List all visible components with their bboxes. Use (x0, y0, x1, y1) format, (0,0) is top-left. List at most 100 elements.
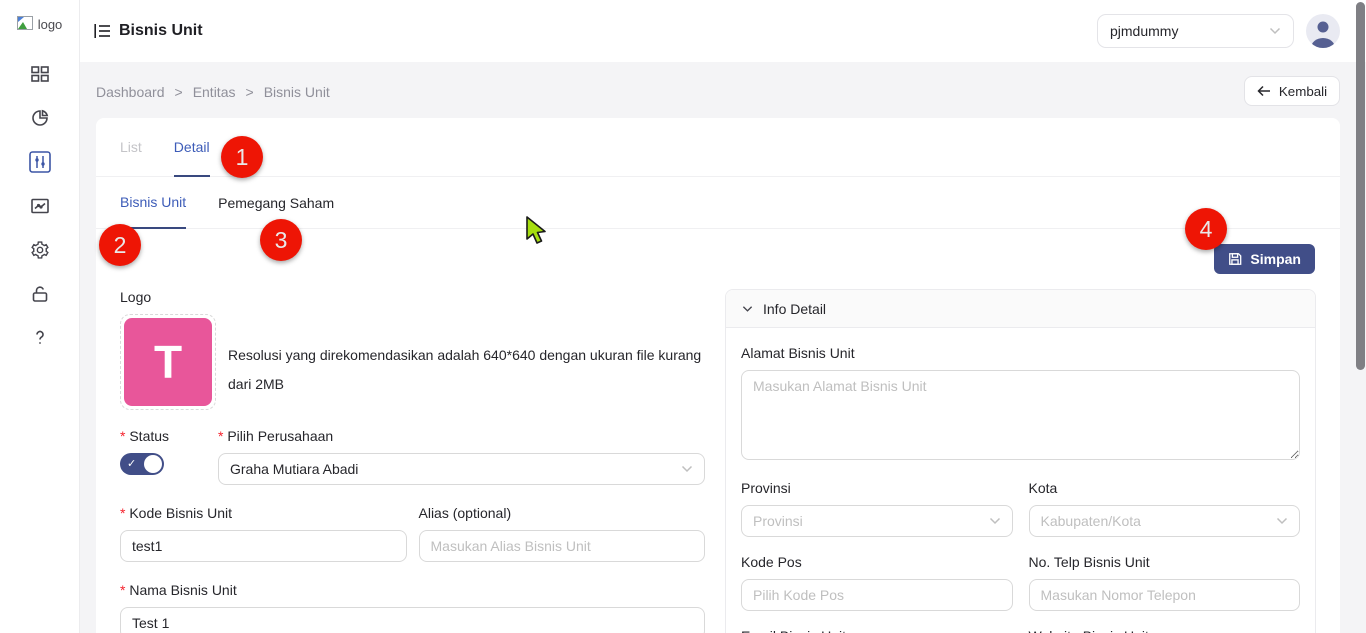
provinsi-field: Provinsi Provinsi (741, 480, 1013, 537)
save-button-label: Simpan (1250, 251, 1301, 267)
grid-icon (30, 64, 50, 84)
nama-label: Nama Bisnis Unit (120, 582, 705, 598)
breadcrumb-separator: > (175, 84, 183, 100)
topbar-right: pjmdummy (1097, 14, 1340, 48)
tab-detail[interactable]: Detail (174, 118, 210, 177)
step-marker-2: 2 (99, 224, 141, 266)
app-logo[interactable]: logo (0, 2, 79, 46)
info-detail-column: Info Detail Alamat Bisnis Unit Provinsi … (725, 289, 1316, 633)
topbar: Bisnis Unit pjmdummy (80, 0, 1366, 62)
toggle-knob (144, 455, 162, 473)
info-detail-header[interactable]: Info Detail (726, 290, 1315, 328)
email-field: Email Bisnis Unit (741, 628, 1013, 633)
provinsi-label: Provinsi (741, 480, 1013, 496)
unlock-icon (30, 284, 50, 304)
person-icon (1306, 14, 1340, 48)
kota-select[interactable]: Kabupaten/Kota (1029, 505, 1301, 537)
tab-list[interactable]: List (120, 118, 142, 176)
kota-field: Kota Kabupaten/Kota (1029, 480, 1301, 537)
sidebar-collapse-icon[interactable] (94, 23, 111, 39)
kodepos-input[interactable] (741, 579, 1013, 611)
chevron-down-icon (989, 517, 1001, 525)
chevron-down-icon (742, 305, 753, 313)
arrow-left-icon (1257, 85, 1271, 97)
status-company-row: Status ✓ Pilih Perusahaan Graha Mutiara … (120, 428, 705, 485)
step-marker-1: 1 (221, 136, 263, 178)
telp-label: No. Telp Bisnis Unit (1029, 554, 1301, 570)
gear-icon (30, 240, 50, 260)
info-detail-body: Alamat Bisnis Unit Provinsi Provinsi (726, 328, 1315, 633)
tabs-row: List Detail (96, 118, 1340, 177)
subtab-bisnis-unit[interactable]: Bisnis Unit (120, 177, 186, 229)
telp-input[interactable] (1029, 579, 1301, 611)
sidebar-item-help[interactable] (18, 316, 62, 360)
question-icon (30, 328, 50, 348)
chevron-down-icon (1269, 27, 1281, 35)
logo-label: Logo (120, 289, 705, 305)
sidebar: logo (0, 0, 80, 633)
status-toggle[interactable]: ✓ (120, 453, 164, 475)
alias-field: Alias (optional) (419, 505, 706, 562)
step-marker-3: 3 (260, 219, 302, 261)
kode-field: Kode Bisnis Unit (120, 505, 407, 562)
main-card: List Detail Bisnis Unit Pemegang Saham S… (96, 118, 1340, 633)
bisnis-unit-form: Logo T Resolusi yang direkomendasikan ad… (120, 289, 705, 633)
kode-input[interactable] (120, 530, 407, 562)
email-label: Email Bisnis Unit (741, 628, 1013, 633)
kota-select-placeholder: Kabupaten/Kota (1041, 513, 1141, 529)
logo-alt-text: logo (38, 17, 63, 32)
page-title: Bisnis Unit (119, 22, 203, 40)
line-chart-icon (30, 196, 50, 216)
breadcrumb-bisnis-unit[interactable]: Bisnis Unit (264, 84, 330, 100)
logo-preview: T (124, 318, 212, 406)
sidebar-item-access[interactable] (18, 272, 62, 316)
website-label: Website Bisnis Unit (1029, 628, 1301, 633)
alamat-label: Alamat Bisnis Unit (741, 345, 1300, 361)
sliders-icon (29, 151, 51, 173)
sidebar-item-analytics[interactable] (18, 184, 62, 228)
breadcrumb: Dashboard > Entitas > Bisnis Unit (96, 84, 330, 100)
sidebar-item-reports[interactable] (18, 96, 62, 140)
sidebar-nav (0, 52, 79, 360)
kode-label: Kode Bisnis Unit (120, 505, 407, 521)
website-field: Website Bisnis Unit (1029, 628, 1301, 633)
provinsi-select[interactable]: Provinsi (741, 505, 1013, 537)
status-label: Status (120, 428, 218, 444)
logo-upload[interactable]: T (120, 314, 216, 410)
menu-fold-icon (94, 23, 111, 39)
sidebar-item-settings[interactable] (18, 228, 62, 272)
info-detail-title: Info Detail (763, 301, 826, 317)
alias-label: Alias (optional) (419, 505, 706, 521)
kota-label: Kota (1029, 480, 1301, 496)
form-columns: Logo T Resolusi yang direkomendasikan ad… (96, 289, 1340, 633)
alias-input[interactable] (419, 530, 706, 562)
alamat-textarea[interactable] (741, 370, 1300, 460)
avatar[interactable] (1306, 14, 1340, 48)
breadcrumb-entitas[interactable]: Entitas (193, 84, 236, 100)
company-field: Pilih Perusahaan Graha Mutiara Abadi (218, 428, 705, 485)
sidebar-item-entitas-active[interactable] (18, 140, 62, 184)
broken-image-icon (17, 16, 36, 32)
nama-input[interactable] (120, 607, 705, 633)
user-select-value: pjmdummy (1110, 23, 1178, 39)
breadcrumb-separator: > (246, 84, 254, 100)
company-label: Pilih Perusahaan (218, 428, 705, 444)
vertical-scrollbar-thumb[interactable] (1356, 2, 1365, 370)
chevron-down-icon (681, 465, 693, 473)
step-marker-4: 4 (1185, 208, 1227, 250)
email-website-row: Email Bisnis Unit Website Bisnis Unit (741, 628, 1300, 633)
sidebar-item-dashboard[interactable] (18, 52, 62, 96)
back-button[interactable]: Kembali (1244, 76, 1340, 106)
chevron-down-icon (1276, 517, 1288, 525)
logo-hint: Resolusi yang direkomendasikan adalah 64… (228, 341, 705, 410)
breadcrumb-dashboard[interactable]: Dashboard (96, 84, 165, 100)
status-field: Status ✓ (120, 428, 218, 485)
user-select[interactable]: pjmdummy (1097, 14, 1294, 48)
info-detail-panel: Info Detail Alamat Bisnis Unit Provinsi … (725, 289, 1316, 633)
logo-row: T Resolusi yang direkomendasikan adalah … (120, 314, 705, 410)
save-button[interactable]: Simpan (1214, 244, 1315, 274)
kodepos-label: Kode Pos (741, 554, 1013, 570)
provinsi-select-placeholder: Provinsi (753, 513, 803, 529)
nama-field: Nama Bisnis Unit (120, 582, 705, 633)
company-select[interactable]: Graha Mutiara Abadi (218, 453, 705, 485)
